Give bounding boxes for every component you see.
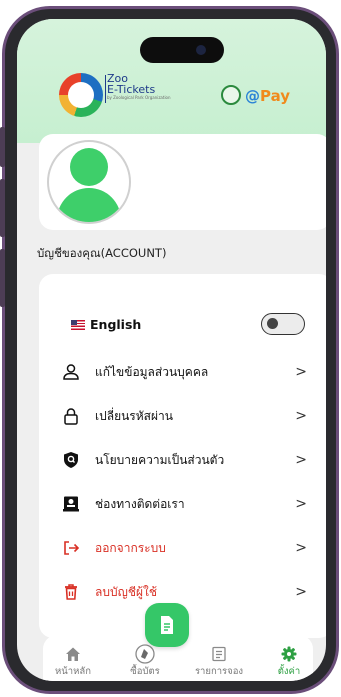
pay-prefix: @ (245, 87, 260, 105)
camera-notch (140, 37, 224, 63)
person-icon (61, 362, 81, 382)
language-row: English (39, 304, 326, 344)
settings-item-edit-profile[interactable]: แก้ไขข้อมูลส่วนบุคคล > (39, 352, 326, 392)
nav-item-label: ซื้อบัตร (130, 666, 160, 677)
lock-icon (61, 406, 81, 426)
logo-title-line2: E-Tickets (107, 83, 156, 96)
chevron-right-icon: > (295, 540, 307, 556)
bookings-fab-button[interactable] (145, 603, 189, 647)
language-toggle[interactable] (261, 313, 305, 335)
nav-item-label: รายการจอง (194, 666, 244, 677)
settings-item-label: แก้ไขข้อมูลส่วนบุคคล (95, 364, 209, 379)
account-section-title: บัญชีของคุณ(ACCOUNT) (37, 246, 167, 260)
logo-subtitle: by Zoological Park Organization (107, 95, 171, 100)
pay-word: Pay (260, 87, 291, 105)
document-icon (161, 616, 173, 634)
ticket-icon (115, 644, 175, 664)
avatar[interactable] (47, 140, 131, 224)
avatar-head-icon (70, 148, 108, 186)
chevron-right-icon: > (295, 452, 307, 468)
settings-item-logout[interactable]: ออกจากระบบ > (39, 528, 326, 568)
settings-item-change-password[interactable]: เปลี่ยนรหัสผ่าน > (39, 396, 326, 436)
zoo-emblem-icon (59, 73, 103, 117)
language-label: English (71, 317, 141, 332)
chevron-right-icon: > (295, 364, 307, 380)
settings-item-privacy-policy[interactable]: นโยบายความเป็นส่วนตัว > (39, 440, 326, 480)
app-screen: Zoo E-Tickets by Zoological Park Organiz… (17, 19, 326, 681)
us-flag-icon (71, 319, 85, 330)
shield-icon (61, 450, 81, 470)
zoo-seal-icon (221, 85, 241, 105)
phone-side-button (0, 127, 5, 167)
settings-item-label: นโยบายความเป็นส่วนตัว (95, 452, 225, 467)
settings-item-contact-us[interactable]: ช่องทางติดต่อเรา > (39, 484, 326, 524)
settings-item-label: ออกจากระบบ (95, 540, 166, 555)
settings-item-label: เปลี่ยนรหัสผ่าน (95, 408, 173, 423)
app-header: Zoo E-Tickets by Zoological Park Organiz… (17, 19, 326, 143)
nav-item-home[interactable]: หน้าหลัก (43, 644, 103, 679)
chevron-right-icon: > (295, 408, 307, 424)
settings-item-label: ลบบัญชีผู้ใช้ (95, 584, 157, 599)
trash-icon (61, 582, 81, 602)
zoo-etickets-logo: Zoo E-Tickets by Zoological Park Organiz… (59, 71, 177, 119)
nav-item-bookings[interactable]: รายการจอง (189, 644, 249, 679)
home-icon (43, 644, 103, 664)
nav-item-label: ตั้งค่า (277, 666, 301, 677)
language-text: English (90, 316, 142, 332)
nav-item-label: หน้าหลัก (55, 666, 91, 677)
logo-divider (105, 75, 106, 103)
profile-card (39, 134, 326, 230)
chevron-right-icon: > (295, 496, 307, 512)
avatar-body-icon (57, 188, 121, 222)
logo-text: Zoo E-Tickets by Zoological Park Organiz… (107, 73, 171, 101)
contact-card-icon (61, 494, 81, 514)
nav-item-buy-ticket[interactable]: ซื้อบัตร (115, 644, 175, 679)
logout-icon (61, 538, 81, 558)
camera-icon (196, 45, 206, 55)
settings-item-label: ช่องทางติดต่อเรา (95, 496, 185, 511)
pay-logo-text: @Pay (245, 87, 290, 105)
toggle-knob (267, 318, 278, 329)
chevron-right-icon: > (295, 584, 307, 600)
list-icon (189, 644, 249, 664)
phone-volume-up-button (0, 179, 5, 237)
settings-card: English แก้ไขข้อมูลส่วนบุคคล > เปลี่ยนรห… (39, 274, 326, 638)
gear-icon (259, 644, 319, 664)
phone-frame: Zoo E-Tickets by Zoological Park Organiz… (0, 6, 339, 694)
nav-item-settings[interactable]: ตั้งค่า (259, 644, 319, 679)
phone-volume-down-button (0, 249, 5, 307)
